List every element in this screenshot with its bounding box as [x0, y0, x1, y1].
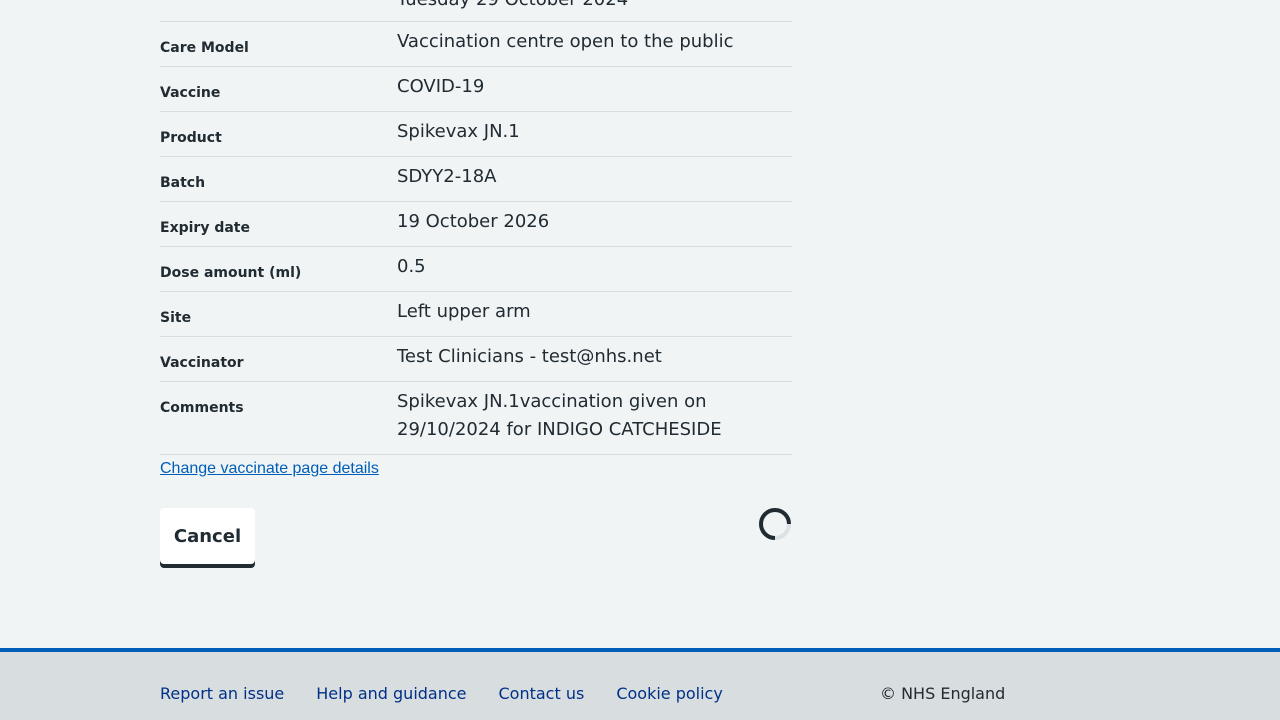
- summary-key: Expiry date: [160, 220, 250, 236]
- summary-row-vaccine: Vaccine COVID-19: [160, 67, 792, 112]
- footer-link-report-issue[interactable]: Report an issue: [160, 684, 284, 703]
- summary-value: Tuesday 29 October 2024: [397, 0, 792, 21]
- footer-link-help-guidance[interactable]: Help and guidance: [316, 684, 466, 703]
- footer-link-cookie-policy[interactable]: Cookie policy: [616, 684, 723, 703]
- summary-row-expiry-date: Expiry date 19 October 2026: [160, 202, 792, 247]
- copyright-text: © NHS England: [880, 684, 1006, 703]
- summary-value: Vaccination centre open to the public: [397, 31, 734, 52]
- summary-row-site: Site Left upper arm: [160, 292, 792, 337]
- summary-row-care-model: Care Model Vaccination centre open to th…: [160, 22, 792, 67]
- summary-key: Site: [160, 310, 192, 326]
- summary-value: COVID-19: [397, 76, 485, 97]
- summary-key: [160, 0, 397, 21]
- page: Tuesday 29 October 2024 Care Model Vacci…: [0, 0, 1280, 720]
- site-footer: Report an issue Help and guidance Contac…: [0, 648, 1280, 720]
- vaccination-summary-list: Tuesday 29 October 2024 Care Model Vacci…: [160, 0, 792, 455]
- summary-value: Spikevax JN.1vaccination given on 29/10/…: [397, 391, 722, 440]
- summary-value: 19 October 2026: [397, 211, 550, 232]
- change-vaccinate-details-link[interactable]: Change vaccinate page details: [160, 460, 379, 478]
- summary-value: 0.5: [397, 256, 426, 277]
- summary-value: Spikevax JN.1: [397, 121, 520, 142]
- summary-row-comments: Comments Spikevax JN.1vaccination given …: [160, 382, 792, 455]
- summary-value: SDYY2-18A: [397, 166, 497, 187]
- summary-key: Product: [160, 130, 222, 146]
- footer-links: Report an issue Help and guidance Contac…: [160, 684, 755, 703]
- summary-row-vaccinator: Vaccinator Test Clinicians - test@nhs.ne…: [160, 337, 792, 382]
- summary-key: Batch: [160, 175, 206, 191]
- summary-row-date: Tuesday 29 October 2024: [160, 0, 792, 22]
- summary-key: Vaccinator: [160, 355, 244, 371]
- summary-value: Left upper arm: [397, 301, 531, 322]
- cancel-button[interactable]: Cancel: [160, 508, 255, 564]
- summary-row-product: Product Spikevax JN.1: [160, 112, 792, 157]
- loading-spinner-icon: [759, 508, 791, 540]
- summary-key: Care Model: [160, 40, 249, 56]
- summary-key: Vaccine: [160, 85, 221, 101]
- summary-row-batch: Batch SDYY2-18A: [160, 157, 792, 202]
- summary-value: Test Clinicians - test@nhs.net: [397, 346, 662, 367]
- summary-key: Dose amount (ml): [160, 265, 302, 281]
- footer-link-contact-us[interactable]: Contact us: [499, 684, 585, 703]
- summary-key: Comments: [160, 400, 244, 416]
- summary-row-dose-amount: Dose amount (ml) 0.5: [160, 247, 792, 292]
